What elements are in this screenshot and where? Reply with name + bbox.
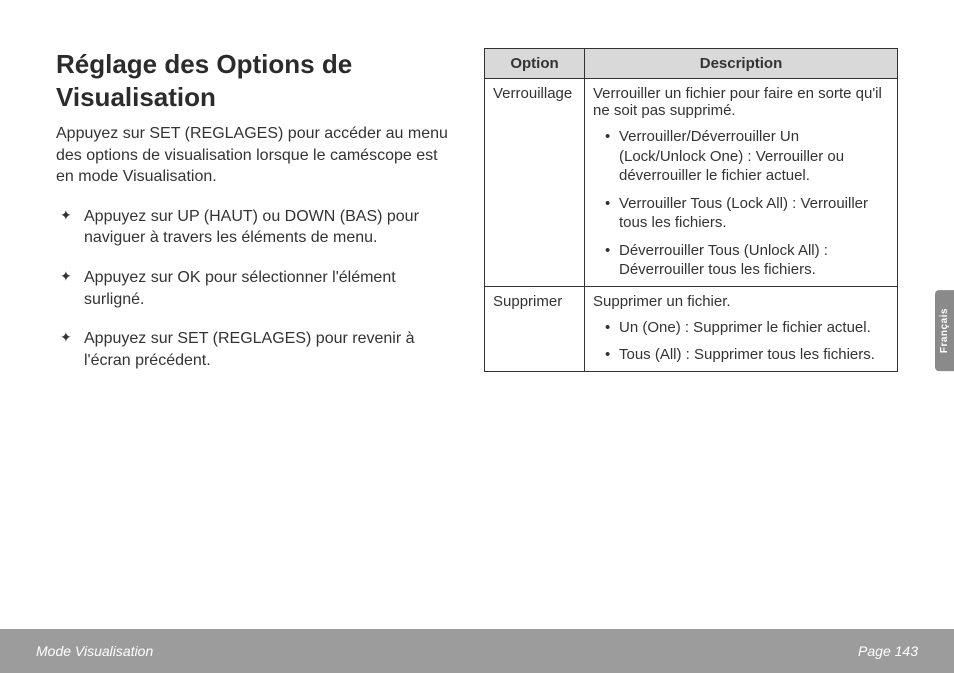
footer-page: Page 143: [858, 643, 918, 659]
desc-item: Un (One) : Supprimer le fichier actuel.: [605, 318, 889, 338]
table-row: Verrouillage Verrouiller un fichier pour…: [485, 79, 898, 287]
th-description: Description: [585, 49, 898, 79]
desc-intro: Supprimer un fichier.: [593, 293, 889, 310]
cell-option: Supprimer: [485, 286, 585, 371]
table-row: Supprimer Supprimer un fichier. Un (One)…: [485, 286, 898, 371]
options-table: Option Description Verrouillage Verrouil…: [484, 48, 898, 372]
cell-description: Verrouiller un fichier pour faire en sor…: [585, 79, 898, 287]
right-column: Option Description Verrouillage Verrouil…: [484, 48, 898, 610]
cell-option: Verrouillage: [485, 79, 585, 287]
language-tab: Français: [935, 290, 954, 371]
cell-description: Supprimer un fichier. Un (One) : Supprim…: [585, 286, 898, 371]
page-footer: Mode Visualisation Page 143: [0, 629, 954, 673]
desc-item: Verrouiller/Déverrouiller Un (Lock/Unloc…: [605, 127, 889, 186]
intro-paragraph: Appuyez sur SET (REGLAGES) pour accéder …: [56, 123, 456, 188]
list-item: Appuyez sur OK pour sélectionner l'éléme…: [56, 267, 456, 310]
list-item: Appuyez sur UP (HAUT) ou DOWN (BAS) pour…: [56, 206, 456, 249]
desc-item: Verrouiller Tous (Lock All) : Verrouille…: [605, 194, 889, 233]
desc-item: Tous (All) : Supprimer tous les fichiers…: [605, 345, 889, 365]
desc-list: Verrouiller/Déverrouiller Un (Lock/Unloc…: [593, 127, 889, 280]
heading: Réglage des Options de Visualisation: [56, 48, 456, 113]
th-option: Option: [485, 49, 585, 79]
desc-intro: Verrouiller un fichier pour faire en sor…: [593, 85, 889, 119]
footer-section: Mode Visualisation: [36, 643, 153, 659]
left-column: Réglage des Options de Visualisation App…: [56, 48, 456, 610]
page-content: Réglage des Options de Visualisation App…: [0, 0, 954, 610]
desc-list: Un (One) : Supprimer le fichier actuel. …: [593, 318, 889, 365]
instruction-list: Appuyez sur UP (HAUT) ou DOWN (BAS) pour…: [56, 206, 456, 372]
list-item: Appuyez sur SET (REGLAGES) pour revenir …: [56, 328, 456, 371]
desc-item: Déverrouiller Tous (Unlock All) : Déverr…: [605, 241, 889, 280]
